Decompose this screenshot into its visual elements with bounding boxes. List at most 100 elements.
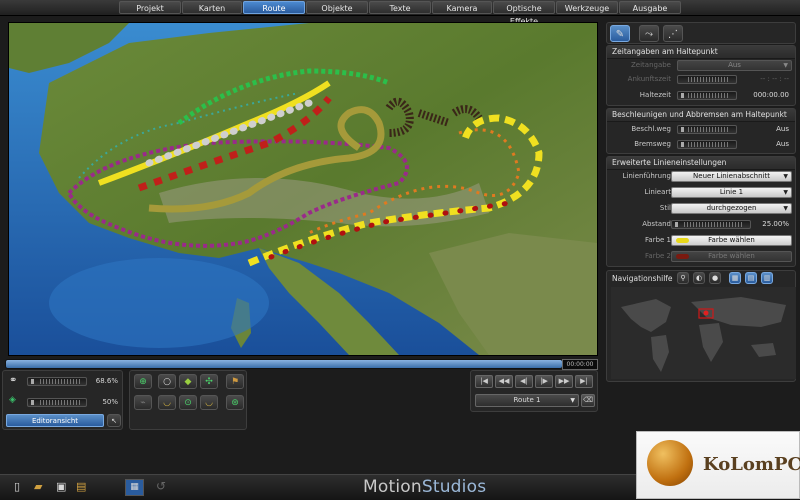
tab-optische-effekte[interactable]: Optische Effekte (493, 1, 555, 26)
tab-objekte[interactable]: Objekte (306, 1, 368, 14)
move-icon[interactable]: ✣ (200, 374, 218, 389)
undo-icon[interactable]: ↺ (156, 479, 166, 493)
node-icon[interactable]: ◆ (179, 374, 197, 389)
film-icon[interactable]: ▦ (125, 479, 144, 496)
rewind-icon[interactable]: ◀◀ (495, 375, 513, 388)
target-icon[interactable]: ⊛ (226, 395, 244, 410)
add-point-icon[interactable]: ⊕ (134, 374, 152, 389)
ankunft-label: Ankunftszeit (627, 75, 671, 83)
chevron-down-icon: ▼ (783, 189, 788, 196)
stil-label: Stil (659, 204, 671, 212)
navigation-title: Navigationshilfe (612, 274, 673, 283)
curve-icon[interactable]: ○ (158, 374, 176, 389)
tab-ausgabe[interactable]: Ausgabe (619, 1, 681, 14)
line-settings-title: Erweiterte Linieneinstellungen (607, 157, 795, 170)
ankunft-value: -- : -- : -- (760, 75, 789, 83)
pin-icon[interactable]: ⚲ (677, 272, 689, 284)
save-as-icon[interactable]: ▤ (76, 480, 86, 493)
route-select-value: Route 1 (513, 396, 541, 404)
slider-grip (688, 142, 728, 147)
zeitangabe-label: Zeitangabe (630, 61, 671, 69)
tab-texte[interactable]: Texte (369, 1, 431, 14)
beschl-slider[interactable] (677, 125, 737, 134)
zeitangabe-value: Aus (728, 61, 741, 69)
line-settings-panel: Erweiterte Linieneinstellungen Linienfüh… (606, 156, 796, 267)
smooth-icon[interactable]: ◡ (158, 395, 176, 410)
stop-time-title: Zeitangaben am Haltepunkt (607, 46, 795, 59)
slider-knob (31, 379, 34, 384)
first-icon[interactable]: |◀ (475, 375, 493, 388)
ankunft-slider[interactable] (677, 75, 737, 84)
tab-projekt[interactable]: Projekt (119, 1, 181, 14)
map-viewport[interactable] (8, 22, 598, 356)
route-path-icon[interactable]: ⋰ (663, 25, 683, 42)
navigation-panel: Navigationshilfe ⚲ ◐ ● ▦ ▤ ▥ (606, 270, 796, 382)
zoom-slider[interactable] (27, 377, 87, 386)
watermark-text: KoLomPC (703, 454, 800, 475)
slider-grip (684, 222, 744, 227)
tab-karten[interactable]: Karten (182, 1, 242, 14)
abstand-slider[interactable] (671, 220, 751, 229)
slider-grip (688, 77, 728, 82)
arc-icon[interactable]: ◡ (200, 395, 218, 410)
vehicle-icon[interactable]: ⚑ (226, 374, 244, 389)
zoom-point-icon[interactable]: ⊙ (179, 395, 197, 410)
app-logo: MotionStudios (363, 477, 486, 497)
slider-grip (688, 93, 728, 98)
farbe1-button[interactable]: Farbe wählen (671, 235, 792, 246)
haltezeit-slider[interactable] (677, 91, 737, 100)
map-zoom-icon[interactable]: ▤ (745, 272, 757, 284)
tab-werkzeuge[interactable]: Werkzeuge (556, 1, 618, 14)
farbe1-label: Farbe 1 (645, 236, 671, 244)
brems-slider[interactable] (677, 140, 737, 149)
map-route-icon[interactable]: ▥ (761, 272, 773, 284)
farbe1-swatch (676, 238, 689, 243)
slider-grip (40, 379, 80, 384)
abstand-label: Abstand (642, 220, 671, 228)
opacity-slider[interactable] (27, 398, 87, 407)
forward-icon[interactable]: ▶▶ (555, 375, 573, 388)
last-icon[interactable]: ▶| (575, 375, 593, 388)
stil-select[interactable]: durchgezogen ▼ (671, 203, 792, 214)
route-split-icon[interactable]: ⤳ (639, 25, 659, 42)
tab-route[interactable]: Route (243, 1, 305, 14)
route-select[interactable]: Route 1 ▼ (475, 394, 579, 407)
path-icon[interactable]: ⌁ (134, 395, 152, 410)
map-view-icon[interactable]: ▦ (729, 272, 741, 284)
prev-icon[interactable]: ◀| (515, 375, 533, 388)
save-icon[interactable]: ▣ (56, 480, 66, 493)
beschl-value: Aus (776, 125, 789, 133)
layer-icon: ◈ (9, 395, 16, 405)
navigation-world-map[interactable] (611, 287, 796, 379)
farbe2-button-label: Farbe wählen (708, 252, 755, 260)
fuehrung-select[interactable]: Neuer Linienabschnitt ▼ (671, 171, 792, 182)
world-map-graphic (611, 287, 796, 379)
pointer-icon[interactable]: ↖ (107, 414, 121, 427)
zeitangabe-select[interactable]: Aus ▼ (677, 60, 792, 71)
editor-view-button[interactable]: Editoransicht (6, 414, 104, 427)
farbe2-swatch (676, 254, 689, 259)
slider-knob (681, 142, 684, 147)
globe-icon[interactable]: ● (709, 272, 721, 284)
timeline-slider[interactable] (5, 359, 563, 369)
accel-panel: Beschleunigen und Abbremsen am Haltepunk… (606, 108, 796, 154)
next-icon[interactable]: |▶ (535, 375, 553, 388)
slider-knob (31, 400, 34, 405)
chevron-down-icon: ▼ (570, 397, 575, 404)
open-folder-icon[interactable]: ▰ (34, 480, 42, 493)
new-file-icon[interactable]: ▯ (14, 480, 20, 493)
linieart-label: Linieart (644, 188, 671, 196)
slider-knob (675, 222, 678, 227)
fuehrung-label: Linienführung (622, 172, 671, 180)
tab-kamera[interactable]: Kamera (432, 1, 492, 14)
camera-icon[interactable]: ◐ (693, 272, 705, 284)
route-edit-icon[interactable]: ✎ (610, 25, 630, 42)
view-controls-panel: ⚭ 68.6% ◈ 50% Editoransicht ↖ (2, 370, 123, 430)
delete-route-icon[interactable]: ⌫ (581, 394, 595, 407)
binoculars-icon: ⚭ (9, 375, 18, 386)
linieart-select[interactable]: Linie 1 ▼ (671, 187, 792, 198)
haltezeit-label: Haltezeit (639, 91, 671, 99)
farbe2-button[interactable]: Farbe wählen (671, 251, 792, 262)
watermark: KoLomPC (636, 431, 800, 499)
fuehrung-value: Neuer Linienabschnitt (693, 172, 770, 180)
